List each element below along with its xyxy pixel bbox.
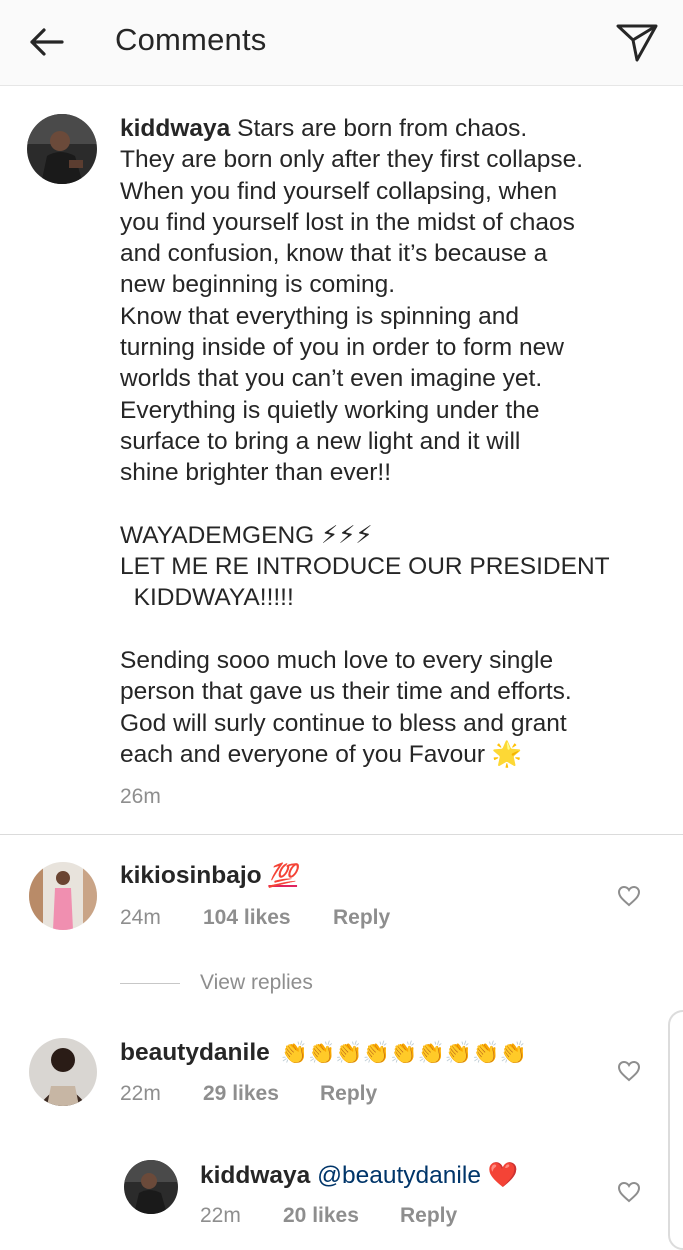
clapping-hands-icon: 👏👏👏👏👏👏👏👏👏: [280, 1040, 528, 1065]
mention-link[interactable]: @beautydanile: [317, 1162, 481, 1189]
likes-count: 20 likes: [283, 1204, 359, 1227]
comment-text: kiddwaya @beautydanile ❤️: [200, 1160, 518, 1190]
comment-username[interactable]: beautydanile: [120, 1039, 270, 1066]
hundred-points-icon: 💯: [268, 862, 298, 888]
comment-timestamp: 22m: [200, 1204, 241, 1227]
back-button[interactable]: [22, 20, 70, 64]
caption-text: kiddwaya Stars are born from chaos. They…: [120, 113, 640, 770]
avatar[interactable]: [124, 1160, 178, 1214]
comment-username[interactable]: kiddwaya: [200, 1162, 310, 1189]
divider: [0, 834, 683, 835]
heart-icon: [617, 885, 641, 907]
reply-button[interactable]: Reply: [400, 1204, 457, 1228]
comment-text: kikiosinbajo 💯: [120, 862, 297, 890]
avatar[interactable]: [29, 1038, 97, 1106]
caption-timestamp: 26m: [120, 785, 161, 808]
comment-likes[interactable]: 29 likes: [203, 1082, 279, 1106]
caption-username[interactable]: kiddwaya: [120, 115, 230, 142]
comment-likes[interactable]: 20 likes: [283, 1204, 359, 1228]
reply-label: Reply: [400, 1204, 458, 1227]
heart-icon: [617, 1060, 641, 1082]
like-button[interactable]: [614, 881, 644, 911]
comment-likes[interactable]: 104 likes: [203, 906, 291, 930]
comment-username[interactable]: kikiosinbajo: [120, 862, 262, 889]
avatar[interactable]: [29, 862, 97, 930]
comment-timestamp: 22m: [120, 1082, 161, 1105]
like-button[interactable]: [614, 1177, 644, 1207]
reply-label: Reply: [333, 906, 391, 929]
share-button[interactable]: [610, 18, 664, 68]
caption-body: Stars are born from chaos. They are born…: [120, 115, 610, 768]
paper-plane-icon: [616, 24, 658, 62]
likes-count: 29 likes: [203, 1082, 279, 1105]
like-button[interactable]: [614, 1056, 644, 1086]
comment-text: beautydanile 👏👏👏👏👏👏👏👏👏: [120, 1039, 527, 1067]
comment-timestamp: 24m: [120, 906, 161, 929]
avatar[interactable]: [27, 114, 97, 184]
reply-button[interactable]: Reply: [320, 1082, 377, 1106]
page-title: Comments: [115, 22, 267, 57]
likes-count: 104 likes: [203, 906, 291, 929]
red-heart-icon: ❤️: [487, 1162, 519, 1189]
reply-button[interactable]: Reply: [333, 906, 390, 930]
view-replies-link[interactable]: View replies: [200, 971, 313, 995]
scroll-handle[interactable]: [668, 1010, 683, 1250]
divider: [120, 983, 180, 984]
top-bar: Comments: [0, 0, 683, 86]
reply-label: Reply: [320, 1082, 378, 1105]
heart-icon: [617, 1181, 641, 1203]
arrow-left-icon: [30, 28, 64, 56]
